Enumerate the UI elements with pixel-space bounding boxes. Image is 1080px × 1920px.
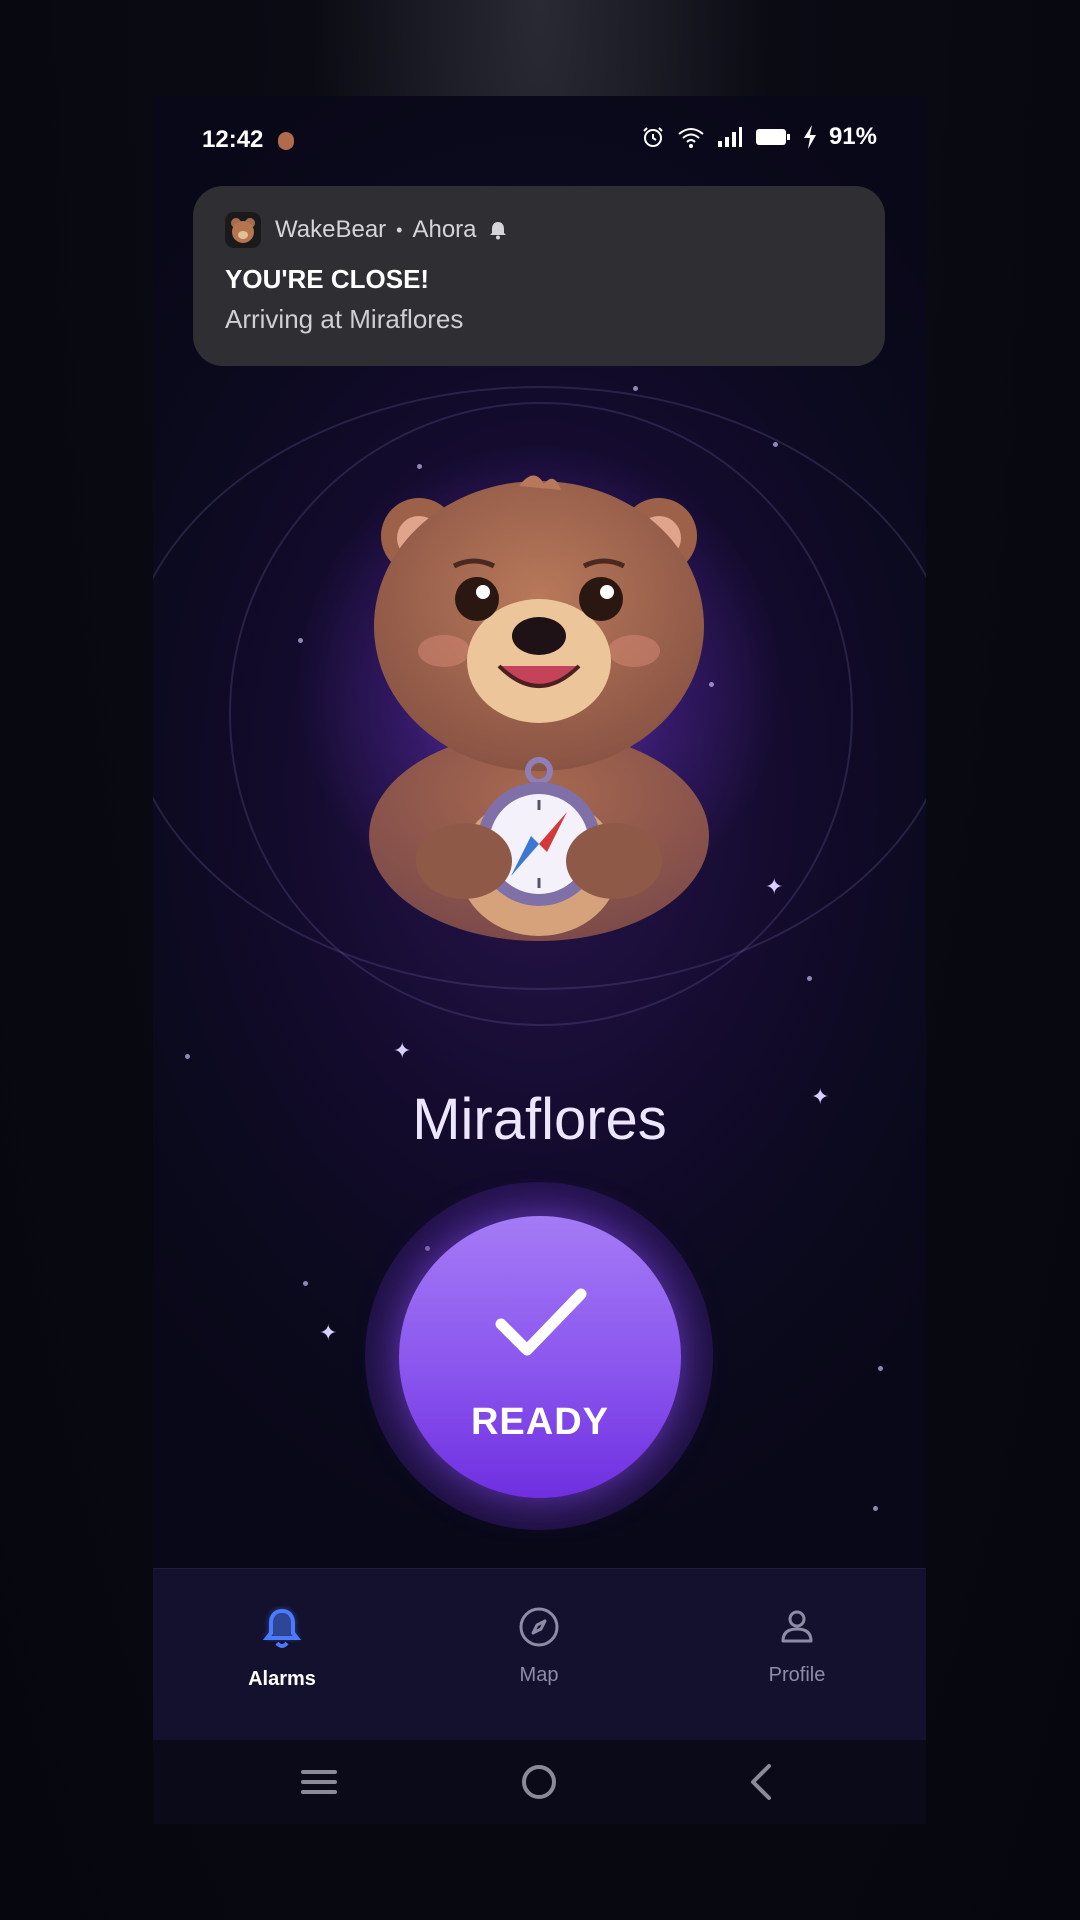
nav-item-alarms[interactable]: Alarms (202, 1605, 362, 1691)
battery-icon (755, 129, 790, 145)
star (773, 442, 778, 447)
bell-icon (262, 1608, 302, 1648)
app-screen: ✦ ✦ ✦ ✦ 12:42 91% WakeBear • Ahora YOU'R… (153, 96, 926, 1824)
star (633, 386, 638, 391)
status-bar: 12:42 91% (153, 96, 926, 186)
sparkle-icon: ✦ (393, 1038, 412, 1063)
back-icon[interactable] (743, 1762, 783, 1802)
nav-item-profile[interactable]: Profile (717, 1605, 877, 1687)
nav-label-profile: Profile (768, 1664, 826, 1686)
notification-banner[interactable]: WakeBear • Ahora YOU'RE CLOSE! Arriving … (193, 186, 885, 366)
wakebear-app-icon (225, 212, 261, 248)
ready-button-label: READY (470, 1401, 610, 1443)
star (873, 1506, 878, 1511)
wifi-icon (678, 128, 704, 148)
sparkle-icon: ✦ (765, 874, 784, 899)
notification-bear-icon (278, 132, 294, 150)
notification-header: WakeBear • Ahora (275, 216, 509, 244)
ready-button[interactable]: READY (399, 1216, 681, 1498)
notification-body: Arriving at Miraflores (225, 304, 464, 334)
star (298, 638, 303, 643)
notification-time: Ahora (412, 216, 477, 243)
person-icon (781, 1610, 813, 1643)
alarm-clock-icon (643, 127, 663, 147)
battery-percentage: 91% (828, 123, 877, 150)
alarm-bell-icon (489, 222, 506, 240)
sparkle-icon: ✦ (319, 1320, 338, 1345)
bottom-navigation: Alarms Map Profile (153, 1568, 926, 1741)
recent-apps-icon[interactable] (299, 1762, 339, 1802)
signal-icon (717, 127, 742, 147)
notification-title: YOU'RE CLOSE! (225, 264, 430, 294)
nav-label-map: Map (519, 1664, 559, 1686)
star (185, 1054, 190, 1059)
charging-bolt-icon (803, 125, 816, 149)
destination-name: Miraflores (412, 1087, 667, 1152)
nav-item-map[interactable]: Map (459, 1605, 619, 1687)
status-time: 12:42 (202, 126, 264, 153)
notification-separator: • (396, 219, 403, 240)
home-icon[interactable] (519, 1762, 559, 1802)
compass-icon (519, 1607, 559, 1647)
notification-app-name: WakeBear (275, 216, 387, 243)
star (303, 1281, 308, 1286)
star (878, 1366, 883, 1371)
nav-label-alarms: Alarms (248, 1668, 316, 1690)
bear-mascot-illustration (369, 475, 709, 941)
checkmark-icon (495, 1288, 587, 1356)
status-icons: 91% (641, 123, 877, 151)
system-navigation-bar (153, 1740, 926, 1824)
star (807, 976, 812, 981)
